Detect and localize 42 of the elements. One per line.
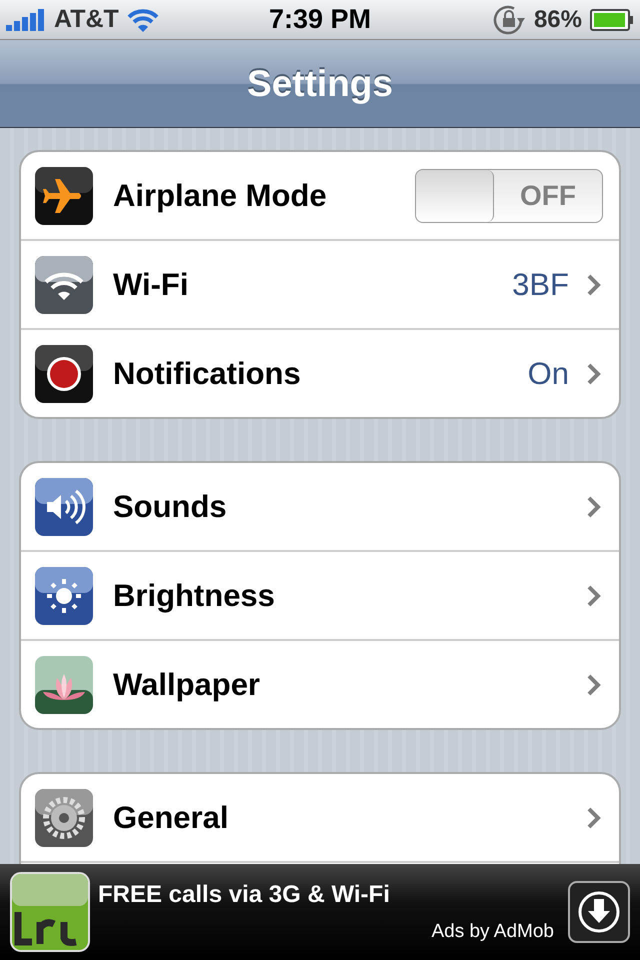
settings-row[interactable]: Sounds	[21, 463, 619, 552]
carrier-name: AT&T	[54, 5, 119, 34]
chevron-icon	[587, 674, 601, 696]
row-label: Airplane Mode	[113, 178, 328, 214]
settings-row[interactable]: Wi-Fi 3BF	[21, 241, 619, 330]
settings-row[interactable]: Brightness	[21, 552, 619, 641]
signal-icon	[6, 8, 46, 30]
battery-icon	[590, 8, 634, 30]
screen-title: Settings	[247, 62, 393, 104]
toggle-switch[interactable]: OFF	[415, 168, 603, 222]
row-label: Wallpaper	[113, 666, 261, 702]
chevron-icon	[587, 496, 601, 518]
ad-attribution: Ads by AdMob	[431, 921, 554, 943]
flower-icon	[35, 656, 93, 714]
gear-icon	[35, 788, 93, 846]
app-logo-icon	[10, 872, 90, 952]
settings-row[interactable]: Airplane Mode OFF	[21, 152, 619, 241]
airplane-icon	[35, 166, 93, 224]
chevron-icon	[587, 274, 601, 296]
chevron-icon	[587, 584, 601, 606]
record-icon	[35, 344, 93, 402]
row-label: Sounds	[113, 488, 228, 524]
row-value: On	[528, 356, 569, 392]
chevron-icon	[587, 806, 601, 828]
download-icon[interactable]	[568, 881, 630, 943]
wifi-icon	[126, 8, 159, 32]
battery-percent: 86%	[534, 6, 582, 34]
rotation-lock-icon	[492, 4, 526, 34]
ad-headline: FREE calls via 3G & Wi-Fi	[98, 881, 391, 909]
wifi-icon	[35, 256, 93, 314]
ad-banner[interactable]: FREE calls via 3G & Wi-Fi Ads by AdMob	[0, 864, 640, 960]
speaker-icon	[35, 478, 93, 536]
row-label: Wi-Fi	[113, 266, 190, 302]
settings-row[interactable]: Wallpaper	[21, 641, 619, 728]
row-value: 3BF	[512, 266, 569, 302]
row-label: Notifications	[113, 356, 302, 392]
row-label: Brightness	[113, 578, 276, 614]
sun-icon	[35, 566, 93, 624]
chevron-icon	[587, 362, 601, 384]
clock-time: 7:39 PM	[268, 4, 372, 35]
settings-row[interactable]: Notifications On	[21, 330, 619, 417]
row-label: General	[113, 800, 230, 836]
